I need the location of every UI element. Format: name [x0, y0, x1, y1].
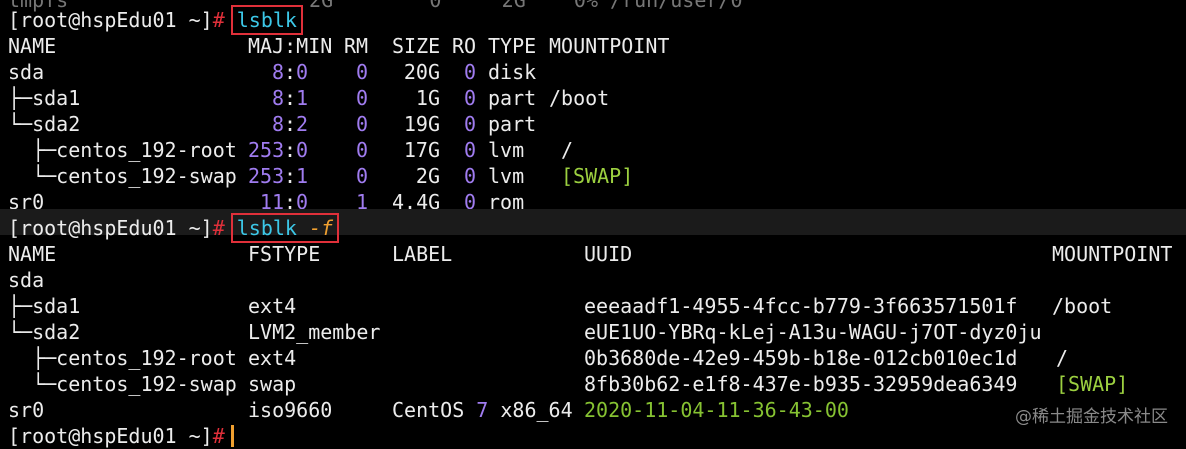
uuid-value: 0b3680de-42e9-459b-b18e-012cb010ec1d [584, 346, 1018, 370]
uuid-value: 8fb30b62-e1f8-437e-b935-32959dea6349 [584, 372, 1018, 396]
device-type: part [488, 112, 537, 136]
column-header-rm: RM [344, 34, 369, 58]
separator: : [284, 86, 297, 110]
separator: : [284, 60, 297, 84]
watermark: @稀土掘金技术社区 [1015, 407, 1168, 427]
size-value: 1G [415, 86, 440, 110]
prompt-user: [root@hspEdu01 ~] [8, 216, 213, 240]
major-number: 8 [271, 86, 284, 110]
column-header-majmin: MAJ:MIN [248, 34, 333, 58]
uuid-value: eeeaadf1-4955-4fcc-b779-3f663571501f [584, 294, 1018, 318]
device-type: lvm [488, 164, 525, 188]
major-number: 8 [271, 112, 284, 136]
prompt-line-1: [root@hspEdu01 ~] # lsblk [8, 5, 303, 35]
filesystem-type: ext4 [248, 346, 297, 370]
uuid-value: 2020-11-04-11-36-43-00 [584, 398, 849, 422]
removable-flag: 0 [355, 138, 368, 162]
device-name: └─sda2 [8, 112, 81, 136]
prompt-line-2: [root@hspEdu01 ~] # lsblk -f [8, 213, 340, 243]
removable-flag: 0 [355, 112, 368, 136]
minor-number: 0 [296, 138, 309, 162]
device-name: sda [8, 268, 45, 292]
major-number: 253 [248, 138, 285, 162]
text-cursor [230, 425, 234, 447]
readonly-flag: 0 [463, 138, 476, 162]
column-header-uuid: UUID [584, 242, 633, 266]
size-value: 2G [415, 164, 440, 188]
terminal-window[interactable]: tmpfs 2G 0 2G 0% /run/user/0 [root@hspEd… [0, 0, 1186, 448]
command-highlight-box-1: lsblk [230, 5, 303, 35]
separator: : [284, 112, 297, 136]
minor-number: 0 [296, 60, 309, 84]
major-number: 253 [248, 164, 285, 188]
readonly-flag: 0 [463, 164, 476, 188]
prompt-user: [root@hspEdu01 ~] [8, 8, 213, 32]
column-header-mountpoint: MOUNTPOINT [549, 34, 670, 58]
removable-flag: 0 [355, 86, 368, 110]
column-header-fstype: FSTYPE [248, 242, 321, 266]
device-type: disk [488, 60, 537, 84]
device-name: └─centos_192-swap [8, 164, 237, 188]
command-lsblk: lsblk [236, 8, 297, 32]
size-value: 20G [403, 60, 440, 84]
device-type: lvm [488, 138, 525, 162]
separator: : [284, 138, 297, 162]
size-value: 17G [403, 138, 440, 162]
mountpoint: /boot [1052, 294, 1113, 318]
column-header-size: SIZE [392, 34, 441, 58]
readonly-flag: 0 [463, 86, 476, 110]
minor-number: 2 [296, 112, 309, 136]
mountpoint: / [1056, 346, 1069, 370]
readonly-flag: 0 [463, 60, 476, 84]
device-name: └─sda2 [8, 320, 81, 344]
command-flag: -f [309, 216, 334, 240]
device-name: ├─centos_192-root [8, 346, 237, 370]
device-name: ├─centos_192-root [8, 138, 237, 162]
device-name: sda [8, 60, 45, 84]
device-name: └─centos_192-swap [8, 372, 237, 396]
device-type: part [488, 86, 537, 110]
column-header-label: LABEL [392, 242, 453, 266]
prompt-line-3[interactable]: [root@hspEdu01 ~] # [8, 423, 234, 449]
filesystem-type: LVM2_member [248, 320, 381, 344]
size-value: 19G [403, 112, 440, 136]
prompt-hash: # [212, 8, 225, 32]
prompt-user: [root@hspEdu01 ~] [8, 424, 213, 448]
filesystem-label: CentOS 7 x86_64 [392, 398, 573, 422]
column-header-type: TYPE [488, 34, 537, 58]
mountpoint: / [561, 138, 574, 162]
mountpoint: /boot [549, 86, 610, 110]
command-lsblk: lsblk [236, 216, 297, 240]
column-header-ro: RO [452, 34, 477, 58]
mountpoint: [SWAP] [561, 164, 634, 188]
minor-number: 1 [296, 164, 309, 188]
column-header-name: NAME [8, 34, 57, 58]
filesystem-type: swap [248, 372, 297, 396]
filesystem-type: iso9660 [248, 398, 333, 422]
major-number: 8 [271, 60, 284, 84]
device-name: ├─sda1 [8, 294, 81, 318]
removable-flag: 0 [355, 60, 368, 84]
uuid-value: eUE1UO-YBRq-kLej-A13u-WAGU-j7OT-dyz0ju [584, 320, 1042, 344]
filesystem-type: ext4 [248, 294, 297, 318]
command-highlight-box-2: lsblk -f [230, 213, 340, 243]
device-name: sr0 [8, 398, 45, 422]
prompt-hash: # [212, 424, 225, 448]
readonly-flag: 0 [463, 112, 476, 136]
removable-flag: 0 [355, 164, 368, 188]
device-name: ├─sda1 [8, 86, 81, 110]
separator: : [284, 164, 297, 188]
prompt-hash: # [212, 216, 225, 240]
mountpoint: [SWAP] [1056, 372, 1129, 396]
column-header-mountpoint: MOUNTPOINT [1052, 242, 1173, 266]
minor-number: 1 [296, 86, 309, 110]
column-header-name: NAME [8, 242, 57, 266]
